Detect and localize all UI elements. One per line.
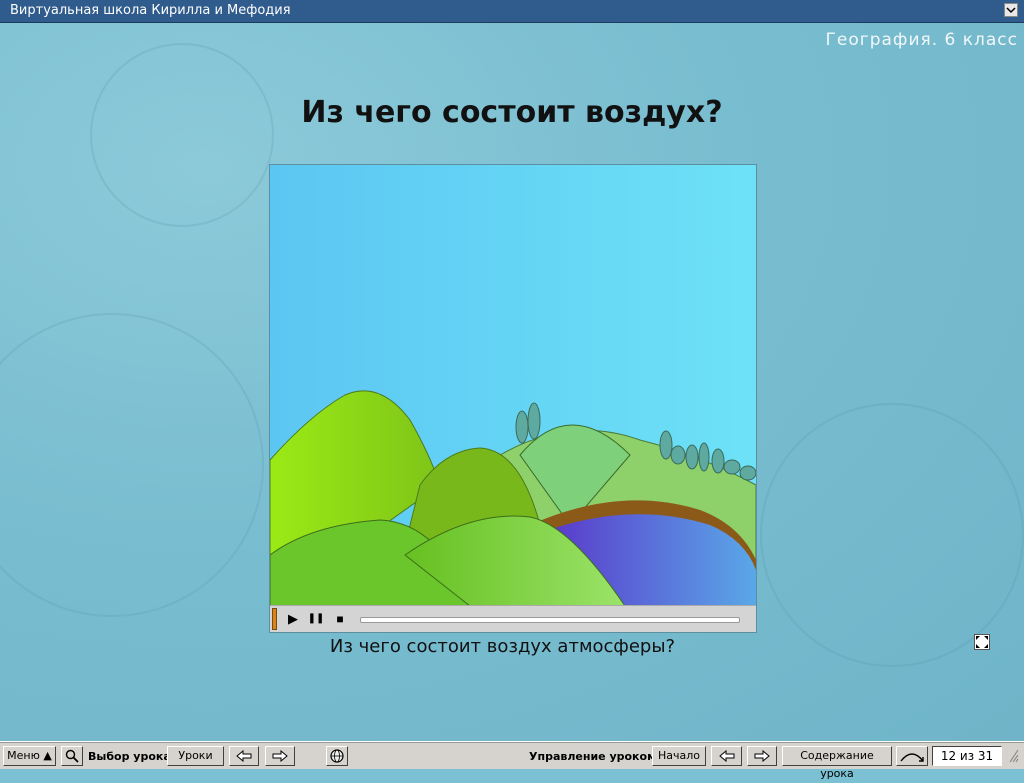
pause-icon[interactable]: ❚❚ [307,610,325,628]
resize-grip-icon[interactable] [1006,746,1021,766]
arrow-right-icon [754,749,770,763]
arrow-left-icon [718,749,734,763]
page-title: Из чего состоит воздух? [301,95,723,130]
lesson-select-label: Выбор урока: [88,750,176,763]
fullscreen-icon[interactable] [974,634,990,650]
landscape-illustration [270,165,756,606]
subject-label: География. 6 класс [825,30,1018,50]
menu-button[interactable]: Меню ▲ [3,746,56,766]
globe-button[interactable] [326,746,348,766]
arrow-right-icon [272,749,288,763]
page-counter: 12 из 31 [932,746,1002,766]
start-button[interactable]: Начало [652,746,706,766]
next-lesson-button[interactable] [265,746,295,766]
player-controls: ▶ ❚❚ ■ [270,605,756,632]
prev-lesson-button[interactable] [229,746,259,766]
video-player[interactable]: ▶ ❚❚ ■ [269,164,757,633]
lessons-button[interactable]: Уроки [167,746,224,766]
lesson-stage: География. 6 класс Из чего состоит возду… [0,23,1024,741]
background-decoration [0,313,264,617]
chevron-down-icon[interactable] [1004,3,1018,17]
play-icon[interactable]: ▶ [284,610,302,628]
background-decoration [90,43,274,227]
next-page-button[interactable] [747,746,777,766]
globe-icon [330,749,344,763]
return-arrow-icon [900,753,924,762]
contents-button[interactable]: Содержание урока [782,746,892,780]
arrow-left-icon [236,749,252,763]
search-icon [65,749,79,763]
player-position-marker[interactable] [272,608,277,630]
prev-page-button[interactable] [711,746,742,766]
lesson-control-label: Управление уроком: [529,750,661,763]
window-title: Виртуальная школа Кирилла и Мефодия [10,3,291,18]
background-decoration [760,403,1024,667]
video-caption: Из чего состоит воздух атмосферы? [329,636,676,657]
search-button[interactable] [61,746,83,766]
bottom-toolbar: Меню ▲ Выбор урока: Уроки Управление уро… [0,741,1024,780]
stop-icon[interactable]: ■ [331,610,349,628]
player-progress-track[interactable] [360,617,740,623]
return-button[interactable] [896,746,928,766]
window-titlebar: Виртуальная школа Кирилла и Мефодия [0,0,1024,23]
